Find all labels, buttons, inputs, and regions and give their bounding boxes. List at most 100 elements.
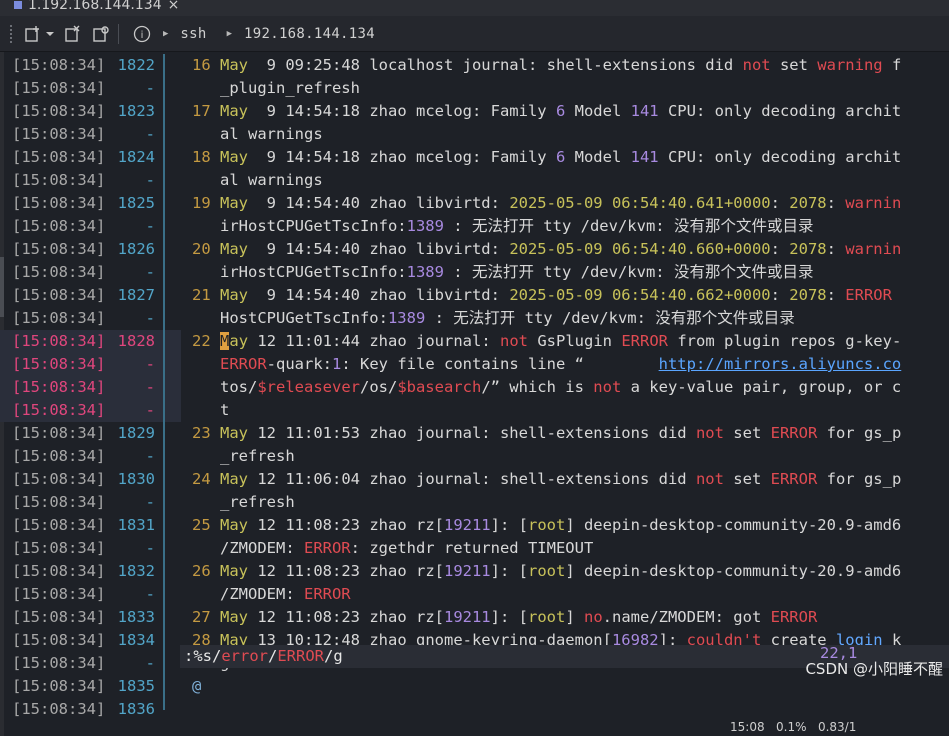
new-session-button[interactable] bbox=[22, 23, 44, 45]
row-gutter-bar bbox=[163, 261, 165, 284]
toolbar-grip-icon[interactable] bbox=[10, 24, 16, 43]
text-segment: 2078 bbox=[789, 194, 827, 212]
terminal-output[interactable]: [15:08:34] 1822 16 May 9 09:25:48 localhos… bbox=[0, 52, 949, 736]
text-segment: Model bbox=[565, 102, 631, 120]
command-segment: / bbox=[268, 647, 278, 665]
text-segment: 12 11:08:23 zhao rz[ bbox=[248, 562, 444, 580]
text-segment: 1389 bbox=[406, 217, 444, 235]
row-content: /ZMODEM: ERROR: zgethdr returned TIMEOUT bbox=[192, 537, 593, 560]
text-segment: 141 bbox=[630, 148, 659, 166]
terminal-row: [15:08:34] 1823 17 May 9 14:54:18 zhao mce… bbox=[0, 100, 949, 123]
row-gutter-bar bbox=[163, 376, 165, 399]
text-segment: 12 11:08:23 zhao rz[ bbox=[248, 608, 444, 626]
text-segment: _refresh bbox=[192, 447, 295, 465]
text-segment: ]: [ bbox=[490, 608, 528, 626]
text-segment: root bbox=[527, 562, 566, 580]
row-gutter-bar bbox=[163, 215, 165, 238]
row-line-number: 1822 bbox=[117, 56, 155, 74]
text-segment: _plugin_refresh bbox=[192, 79, 360, 97]
text-segment: HostCPUGetTscInfo: bbox=[192, 309, 388, 327]
tab-close-icon[interactable]: × bbox=[168, 0, 180, 13]
url-link[interactable]: http://mirrors.aliyuncs.co bbox=[659, 355, 902, 373]
text-segment: 2078 bbox=[789, 286, 827, 304]
text-segment: 6 bbox=[555, 148, 566, 166]
row-timestamp: [15:08:34] bbox=[12, 148, 106, 166]
text-segment bbox=[211, 516, 220, 534]
text-segment: 16 bbox=[192, 56, 211, 74]
text-segment: 9 14:54:18 zhao mcelog: Family bbox=[248, 148, 556, 166]
text-segment: ]: [ bbox=[490, 516, 528, 534]
row-gutter-bar bbox=[163, 307, 165, 330]
row-line-number: 1823 bbox=[117, 102, 155, 120]
text-segment: May bbox=[220, 148, 249, 166]
text-segment: not bbox=[695, 470, 724, 488]
row-gutter-bar bbox=[163, 54, 165, 77]
svg-text:i: i bbox=[141, 30, 144, 41]
breadcrumb-arrow-icon: ▶ bbox=[163, 28, 169, 39]
terminal-row: [15:08:34] - /ZMODEM: ERROR bbox=[0, 583, 949, 606]
text-segment: ERROR bbox=[770, 470, 818, 488]
terminal-row: [15:08:34] 1827 21 May 9 14:54:40 zhao lib… bbox=[0, 284, 949, 307]
text-segment: 9 14:54:40 zhao libvirtd: bbox=[248, 194, 510, 212]
text-segment: /ZMODEM: bbox=[192, 585, 304, 603]
text-segment: : bbox=[770, 194, 790, 212]
row-line-number: - bbox=[145, 654, 155, 672]
text-segment: /ZMODEM: bbox=[192, 539, 304, 557]
text-segment bbox=[211, 332, 220, 350]
row-line-number: - bbox=[145, 79, 155, 97]
row-timestamp: [15:08:34] bbox=[12, 470, 106, 488]
text-segment: : bbox=[826, 194, 846, 212]
row-timestamp: [15:08:34] bbox=[12, 217, 106, 235]
text-segment: set bbox=[770, 56, 818, 74]
row-content: HostCPUGetTscInfo:1389 : 无法打开 tty /dev/k… bbox=[192, 307, 795, 330]
text-segment: 18 bbox=[192, 148, 211, 166]
terminal-row: [15:08:34] 1824 18 May 9 14:54:18 zhao mce… bbox=[0, 146, 949, 169]
row-content: 16 May 9 09:25:48 localhost journal: she… bbox=[192, 54, 901, 77]
row-gutter-bar bbox=[163, 606, 165, 629]
text-segment: ERROR bbox=[770, 424, 818, 442]
row-timestamp: [15:08:34] bbox=[12, 194, 106, 212]
row-timestamp: [15:08:34] bbox=[12, 493, 106, 511]
breadcrumb-arrow-icon: ▶ bbox=[226, 28, 233, 39]
session-tab[interactable]: 1.192.168.144.134 × bbox=[14, 0, 179, 16]
new-session-dropdown-icon[interactable] bbox=[44, 23, 56, 45]
toolbar: i ▶ ssh ▶ 192.168.144.134 bbox=[0, 16, 949, 52]
row-gutter-bar bbox=[163, 675, 165, 698]
text-segment: al warnings bbox=[192, 125, 323, 143]
row-content: /ZMODEM: ERROR bbox=[192, 583, 351, 606]
close-session-button[interactable] bbox=[62, 23, 84, 45]
row-gutter-bar bbox=[163, 192, 165, 215]
breadcrumb-host[interactable]: 192.168.144.134 bbox=[244, 26, 375, 42]
text-segment: .name/ZMODEM: got bbox=[602, 608, 771, 626]
session-settings-button[interactable] bbox=[90, 23, 112, 45]
text-segment: ERROR bbox=[303, 539, 351, 557]
terminal-row: [15:08:34] - _refresh bbox=[0, 445, 949, 468]
row-line-number: 1826 bbox=[117, 240, 155, 258]
breadcrumb-protocol[interactable]: ssh bbox=[180, 26, 206, 42]
row-timestamp: [15:08:34] bbox=[12, 585, 106, 603]
text-segment: ERROR bbox=[845, 286, 892, 304]
terminal-row: [15:08:34] - t bbox=[0, 399, 949, 422]
watermark: CSDN @小阳睡不醒 bbox=[805, 660, 943, 678]
command-segment: :%s/ bbox=[184, 647, 222, 665]
text-segment: ] deepin-desktop-community-20.9-amd6 bbox=[565, 516, 902, 534]
breadcrumb: ▶ ssh ▶ 192.168.144.134 bbox=[163, 26, 395, 42]
terminal-row: [15:08:34] 1825 19 May 9 14:54:40 zhao lib… bbox=[0, 192, 949, 215]
tab-title: 1.192.168.144.134 bbox=[28, 0, 162, 13]
row-line-number: - bbox=[145, 539, 155, 557]
text-segment: warning bbox=[817, 56, 883, 74]
status-bar: 15:08 0.1% 0.83/1 bbox=[720, 680, 949, 736]
info-button[interactable]: i bbox=[131, 23, 153, 45]
row-gutter-bar bbox=[163, 284, 165, 307]
row-timestamp: [15:08:34] bbox=[12, 700, 106, 718]
text-segment: 9 14:54:40 zhao libvirtd: bbox=[248, 240, 510, 258]
text-segment: 6 bbox=[555, 102, 566, 120]
terminal-row: [15:08:34] - tos/$releasever/os/$basearch… bbox=[0, 376, 949, 399]
text-segment: May bbox=[220, 516, 249, 534]
text-segment: 9 14:54:40 zhao libvirtd: bbox=[248, 286, 510, 304]
row-gutter-bar bbox=[163, 537, 165, 560]
tab-bar: 1.192.168.144.134 × bbox=[0, 0, 949, 16]
row-content: 18 May 9 14:54:18 zhao mcelog: Family 6 … bbox=[192, 146, 901, 169]
text-segment: 27 bbox=[192, 608, 211, 626]
text-segment: 9 14:54:18 zhao mcelog: Family bbox=[248, 102, 556, 120]
